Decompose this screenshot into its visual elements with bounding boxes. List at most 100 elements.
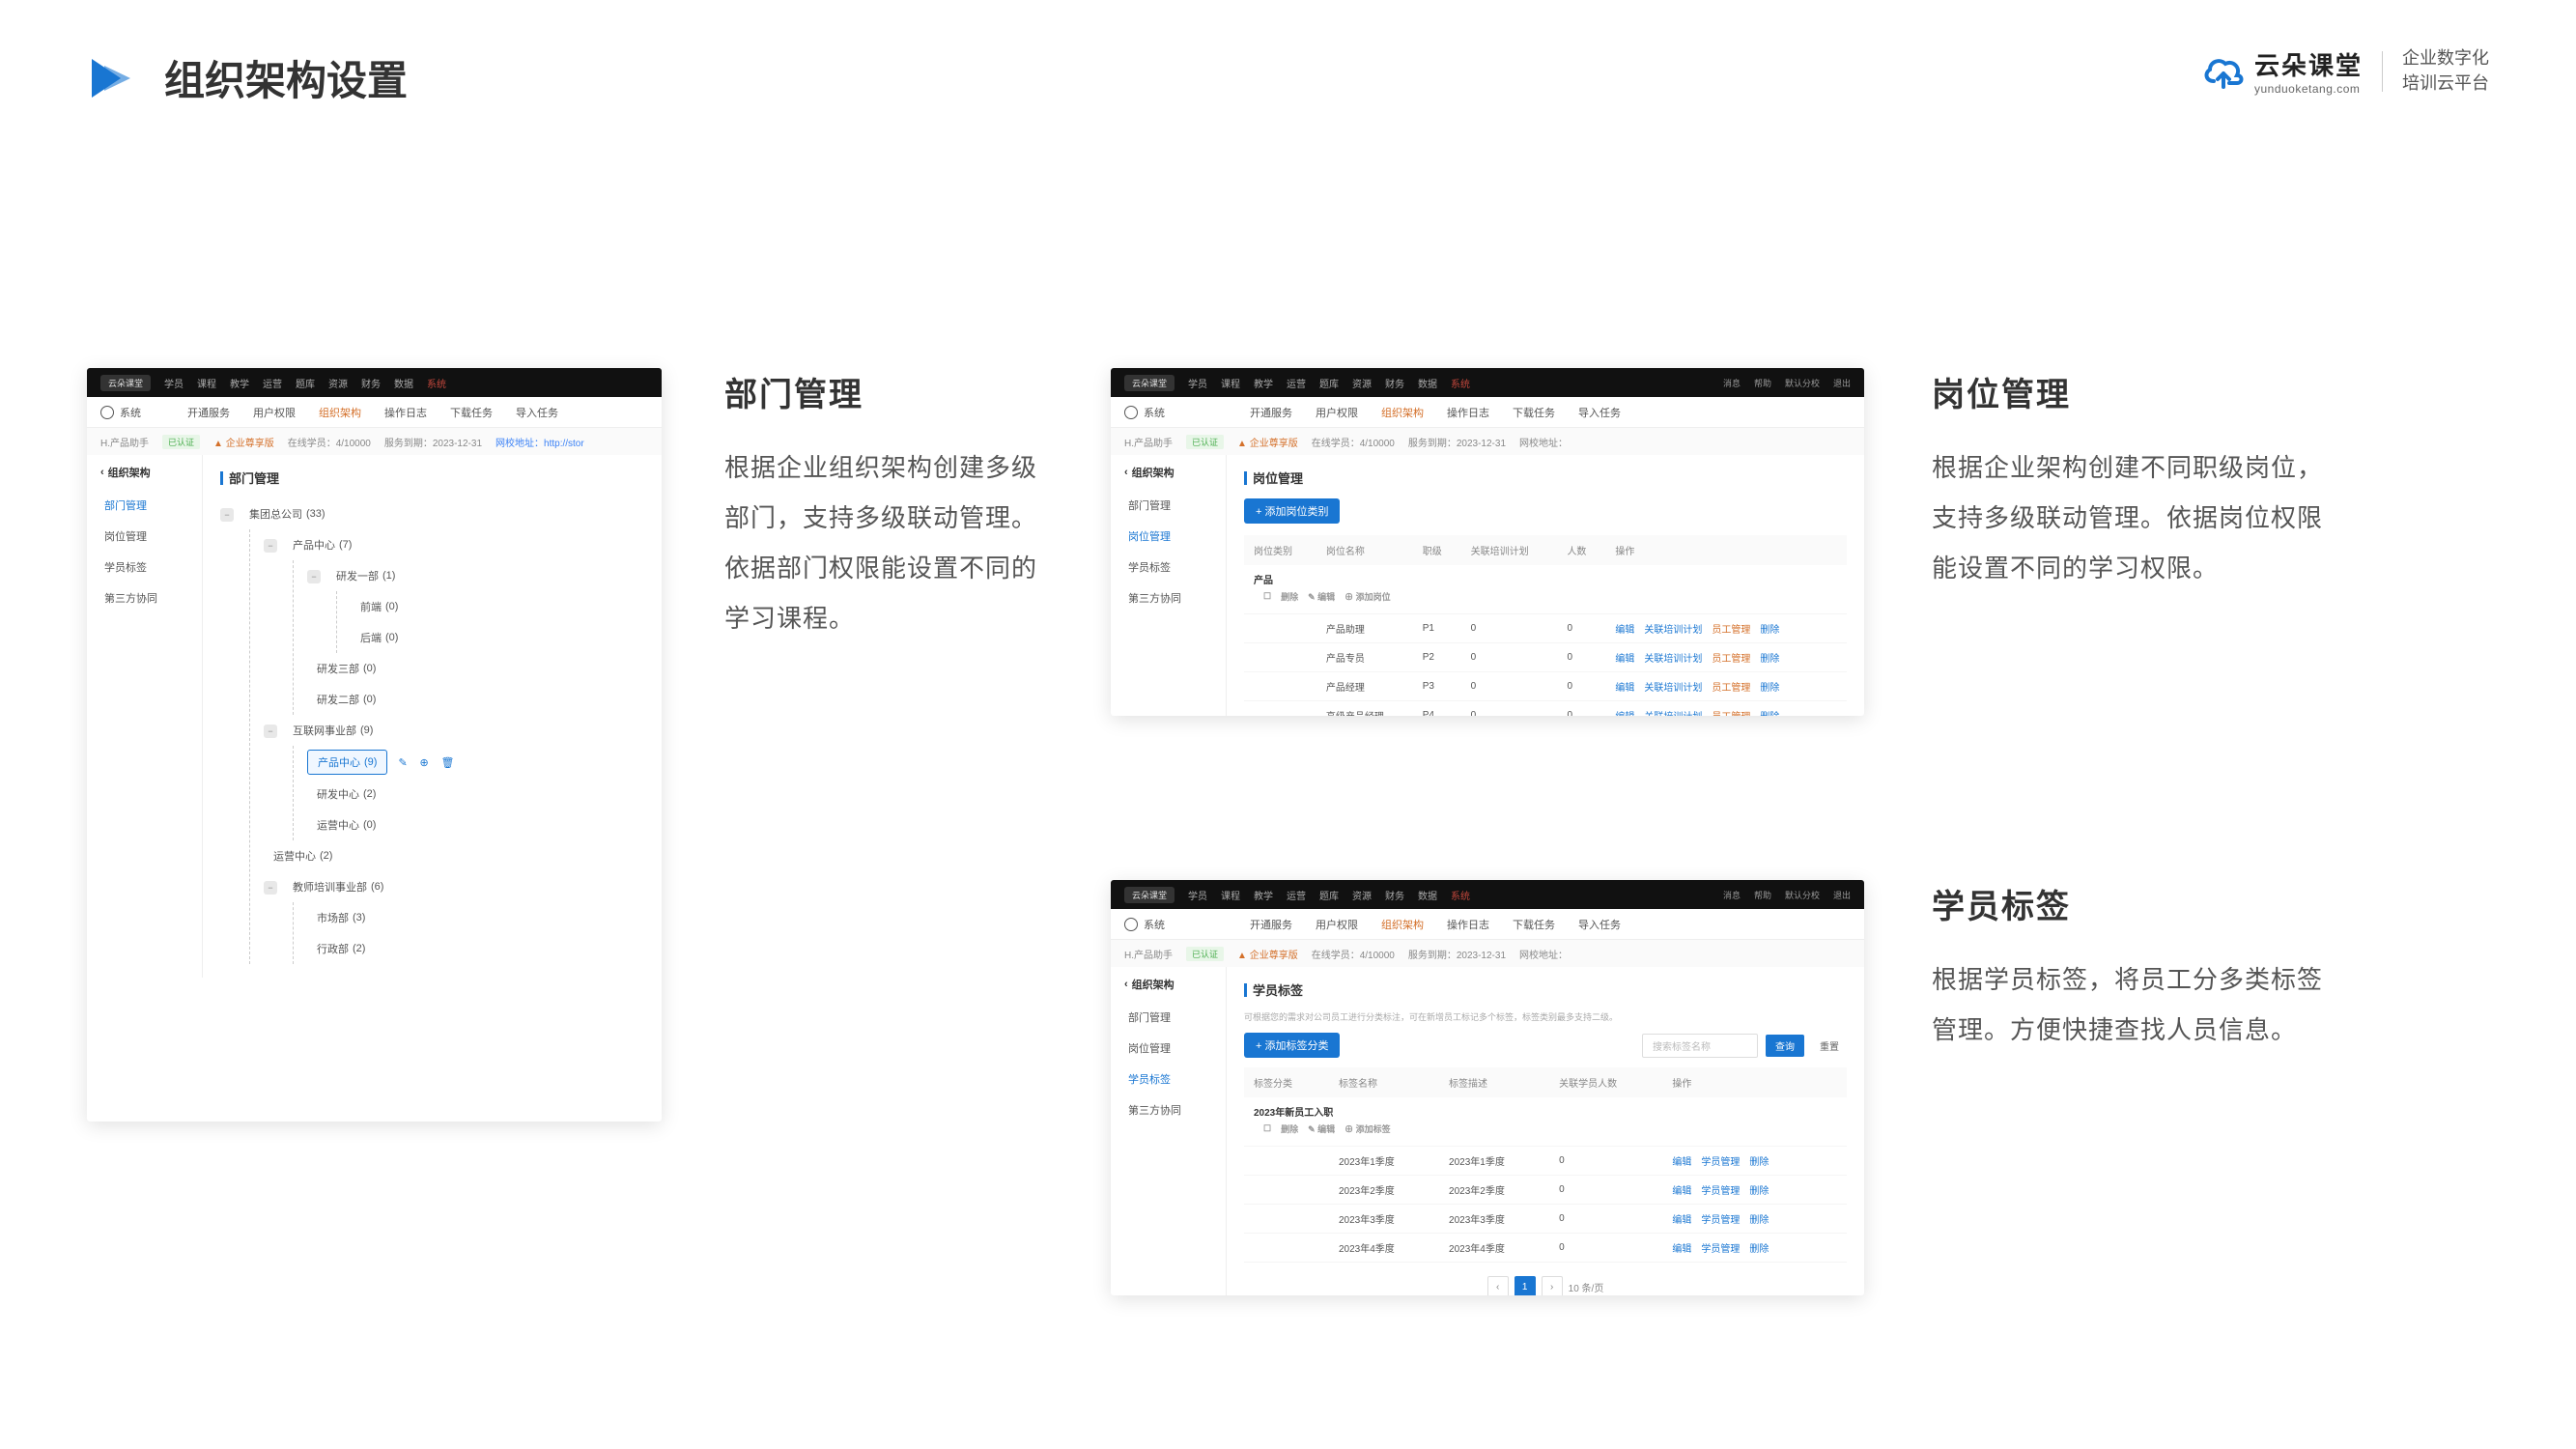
nav-course[interactable]: 课程 xyxy=(197,376,216,390)
nav-quiz[interactable]: 题库 xyxy=(296,376,315,390)
tab-import[interactable]: 导入任务 xyxy=(1578,917,1621,932)
branch-link[interactable]: 默认分校 xyxy=(1785,889,1820,901)
tab-service[interactable]: 开通服务 xyxy=(187,405,230,420)
search-button[interactable]: 查询 xyxy=(1766,1035,1804,1057)
tab-org[interactable]: 组织架构 xyxy=(1381,917,1424,932)
act-del[interactable]: 删除 xyxy=(1749,1157,1769,1168)
reset-button[interactable]: 重置 xyxy=(1812,1035,1847,1057)
page-prev[interactable]: ‹ xyxy=(1487,1276,1509,1295)
act-del[interactable]: 删除 xyxy=(1749,1186,1769,1197)
act-del[interactable]: 删除 xyxy=(1749,1215,1769,1226)
act-mem[interactable]: 员工管理 xyxy=(1712,712,1750,716)
tree-root[interactable]: 集团总公司 (33) xyxy=(240,502,335,526)
act-edit[interactable]: 编辑 xyxy=(1615,712,1634,716)
nav-sys[interactable]: 系统 xyxy=(427,376,446,390)
act-del[interactable]: 删除 xyxy=(1749,1244,1769,1255)
act-edit[interactable]: 编辑 xyxy=(1672,1186,1691,1197)
tree-node[interactable]: 前端 (0) xyxy=(351,595,408,618)
tab-log[interactable]: 操作日志 xyxy=(384,405,427,420)
nav-course[interactable]: 课程 xyxy=(1221,376,1240,390)
tree-node-selected[interactable]: 产品中心 (9) xyxy=(307,750,387,775)
cat-add[interactable]: ⊕ 添加岗位 xyxy=(1345,590,1391,603)
tree-node[interactable]: 市场部 (3) xyxy=(307,906,375,929)
exit-link[interactable]: 退出 xyxy=(1833,889,1851,901)
act-edit[interactable]: 编辑 xyxy=(1672,1157,1691,1168)
nav-op[interactable]: 运营 xyxy=(263,376,282,390)
act-mem[interactable]: 员工管理 xyxy=(1712,683,1750,694)
search-input[interactable]: 搜索标签名称 xyxy=(1642,1034,1758,1058)
tree-node[interactable]: 研发中心 (2) xyxy=(307,782,385,806)
act-del[interactable]: 删除 xyxy=(1760,712,1779,716)
nav-teach[interactable]: 教学 xyxy=(1254,888,1273,902)
nav-fin[interactable]: 财务 xyxy=(361,376,381,390)
tree-node[interactable]: 研发二部 (0) xyxy=(307,688,385,711)
act-edit[interactable]: 编辑 xyxy=(1672,1244,1691,1255)
collapse-icon[interactable]: − xyxy=(264,539,277,553)
tab-org[interactable]: 组织架构 xyxy=(1381,405,1424,420)
nav-teach[interactable]: 教学 xyxy=(230,376,249,390)
act-mem[interactable]: 员工管理 xyxy=(1712,654,1750,665)
nav-quiz[interactable]: 题库 xyxy=(1319,888,1339,902)
tree-node[interactable]: 互联网事业部 (9) xyxy=(283,719,382,742)
nav-data[interactable]: 数据 xyxy=(1418,376,1437,390)
tree-node[interactable]: 教师培训事业部 (6) xyxy=(283,875,393,898)
sidenav-3rd[interactable]: 第三方协同 xyxy=(1111,1094,1226,1125)
add-job-button[interactable]: + 添加岗位类别 xyxy=(1244,498,1340,524)
sidenav-dept[interactable]: 部门管理 xyxy=(1111,1002,1226,1033)
tab-org[interactable]: 组织架构 xyxy=(319,405,361,420)
nav-data[interactable]: 数据 xyxy=(394,376,413,390)
help-link[interactable]: 帮助 xyxy=(1754,889,1771,901)
act-edit[interactable]: 编辑 xyxy=(1672,1215,1691,1226)
nav-op[interactable]: 运营 xyxy=(1287,376,1306,390)
page-1[interactable]: 1 xyxy=(1514,1276,1536,1295)
sidenav-3rd[interactable]: 第三方协同 xyxy=(1111,582,1226,613)
act-plan[interactable]: 关联培训计划 xyxy=(1644,683,1702,694)
act-del[interactable]: 删除 xyxy=(1760,625,1779,636)
branch-link[interactable]: 默认分校 xyxy=(1785,377,1820,389)
act-edit[interactable]: 编辑 xyxy=(1615,654,1634,665)
sidenav-job[interactable]: 岗位管理 xyxy=(87,521,202,552)
collapse-icon[interactable]: − xyxy=(264,881,277,895)
act-del[interactable]: 删除 xyxy=(1760,683,1779,694)
tab-download[interactable]: 下载任务 xyxy=(450,405,493,420)
sidenav-3rd[interactable]: 第三方协同 xyxy=(87,582,202,613)
collapse-icon[interactable]: − xyxy=(264,724,277,738)
nav-teach[interactable]: 教学 xyxy=(1254,376,1273,390)
nav-sys[interactable]: 系统 xyxy=(1451,376,1470,390)
tab-service[interactable]: 开通服务 xyxy=(1250,405,1292,420)
sidenav-dept[interactable]: 部门管理 xyxy=(87,490,202,521)
nav-course[interactable]: 课程 xyxy=(1221,888,1240,902)
nav-sys[interactable]: 系统 xyxy=(1451,888,1470,902)
tab-log[interactable]: 操作日志 xyxy=(1447,917,1489,932)
act-mem[interactable]: 学员管理 xyxy=(1701,1215,1740,1226)
tab-service[interactable]: 开通服务 xyxy=(1250,917,1292,932)
sidenav-dept[interactable]: 部门管理 xyxy=(1111,490,1226,521)
tree-node[interactable]: 运营中心 (2) xyxy=(264,844,342,867)
delete-icon[interactable]: 🗑 xyxy=(441,756,455,770)
tree-node[interactable]: 后端 (0) xyxy=(351,626,408,649)
act-mem[interactable]: 学员管理 xyxy=(1701,1186,1740,1197)
tab-perm[interactable]: 用户权限 xyxy=(1316,405,1358,420)
nav-res[interactable]: 资源 xyxy=(1352,888,1372,902)
tree-node[interactable]: 产品中心 (7) xyxy=(283,533,361,556)
notif-link[interactable]: 消息 xyxy=(1723,889,1741,901)
nav-student[interactable]: 学员 xyxy=(164,376,184,390)
nav-data[interactable]: 数据 xyxy=(1418,888,1437,902)
act-plan[interactable]: 关联培训计划 xyxy=(1644,712,1702,716)
cat-del[interactable]: 删除 xyxy=(1281,1122,1298,1135)
tab-import[interactable]: 导入任务 xyxy=(1578,405,1621,420)
cat-edit[interactable]: ✎ 编辑 xyxy=(1308,590,1335,603)
help-link[interactable]: 帮助 xyxy=(1754,377,1771,389)
tab-import[interactable]: 导入任务 xyxy=(516,405,558,420)
tab-log[interactable]: 操作日志 xyxy=(1447,405,1489,420)
tab-download[interactable]: 下载任务 xyxy=(1513,405,1555,420)
tab-download[interactable]: 下载任务 xyxy=(1513,917,1555,932)
act-edit[interactable]: 编辑 xyxy=(1615,625,1634,636)
cat-add[interactable]: ⊕ 添加标签 xyxy=(1345,1122,1391,1135)
school-url[interactable]: 网校地址：http://stor xyxy=(495,435,584,449)
nav-student[interactable]: 学员 xyxy=(1188,888,1207,902)
tab-perm[interactable]: 用户权限 xyxy=(1316,917,1358,932)
tree-node[interactable]: 运营中心 (0) xyxy=(307,813,385,837)
act-mem[interactable]: 员工管理 xyxy=(1712,625,1750,636)
nav-res[interactable]: 资源 xyxy=(328,376,348,390)
